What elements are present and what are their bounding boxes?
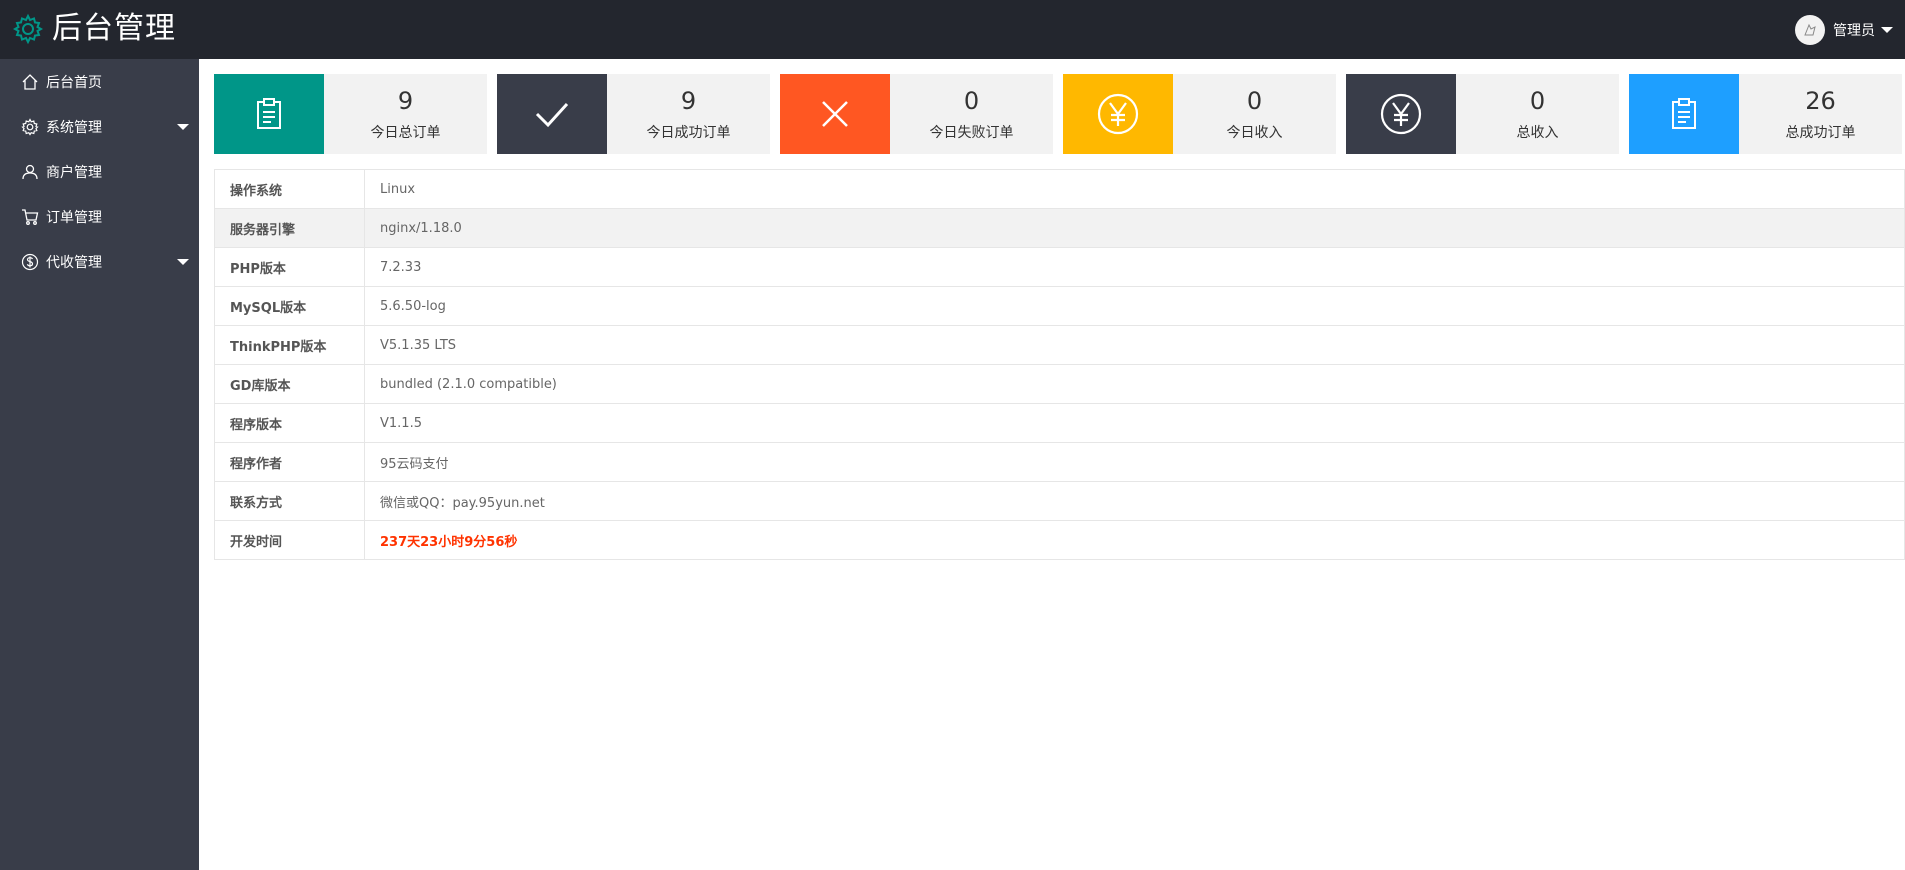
sidebar-item-collection[interactable]: 代收管理 — [0, 239, 199, 284]
sidebar: 后台首页 系统管理 商户管理 订单管理 代收管理 — [0, 59, 199, 870]
table-row: 程序作者 95云码支付 — [214, 442, 1905, 482]
sidebar-item-home[interactable]: 后台首页 — [0, 59, 199, 104]
info-value: bundled (2.1.0 compatible) — [364, 364, 1905, 404]
info-value: 95云码支付 — [364, 442, 1905, 482]
stat-value: 26 — [1805, 87, 1836, 115]
sidebar-item-label: 商户管理 — [46, 164, 102, 181]
stat-card-total-success[interactable]: 26 总成功订单 — [1629, 74, 1902, 154]
stat-label: 今日收入 — [1226, 125, 1283, 141]
info-value: nginx/1.18.0 — [364, 208, 1905, 248]
info-key: PHP版本 — [214, 247, 365, 287]
sidebar-item-merchants[interactable]: 商户管理 — [0, 149, 199, 194]
info-value: 5.6.50-log — [364, 286, 1905, 326]
info-key: 程序版本 — [214, 403, 365, 443]
stat-label: 总收入 — [1516, 125, 1559, 141]
dollar-icon — [20, 252, 40, 272]
uptime-value: 237天23小时9分56秒 — [364, 520, 1905, 560]
stat-value: 0 — [1246, 87, 1263, 115]
info-value: 微信或QQ：pay.95yun.net — [364, 481, 1905, 521]
info-value: V1.1.5 — [364, 403, 1905, 443]
sidebar-item-label: 系统管理 — [46, 119, 102, 136]
table-row: GD库版本 bundled (2.1.0 compatible) — [214, 364, 1905, 404]
table-row: ThinkPHP版本 V5.1.35 LTS — [214, 325, 1905, 365]
close-icon — [780, 74, 890, 154]
stat-value: 0 — [963, 87, 980, 115]
gear-icon — [12, 13, 44, 45]
stat-card-today-failed[interactable]: 0 今日失败订单 — [780, 74, 1053, 154]
table-row: 程序版本 V1.1.5 — [214, 403, 1905, 443]
info-key: 程序作者 — [214, 442, 365, 482]
yen-icon — [1346, 74, 1456, 154]
gear-icon — [20, 117, 40, 137]
system-info-table: 操作系统 Linux 服务器引擎 nginx/1.18.0 PHP版本 7.2.… — [214, 169, 1905, 560]
table-row: MySQL版本 5.6.50-log — [214, 286, 1905, 326]
info-key: 操作系统 — [214, 169, 365, 209]
stat-label: 总成功订单 — [1785, 125, 1856, 141]
info-key: MySQL版本 — [214, 286, 365, 326]
info-key: GD库版本 — [214, 364, 365, 404]
logo[interactable]: 后台管理 — [12, 10, 176, 48]
clipboard-icon — [214, 74, 324, 154]
stats-cards: 9 今日总订单 9 今日成功订单 0 今日失败订单 0 今日收入 0 总收入 2… — [214, 74, 1905, 154]
yen-icon — [1063, 74, 1173, 154]
clipboard-icon — [1629, 74, 1739, 154]
user-name[interactable]: 管理员 — [1833, 20, 1875, 40]
avatar[interactable] — [1795, 15, 1825, 45]
stat-card-today-success[interactable]: 9 今日成功订单 — [497, 74, 770, 154]
sidebar-item-label: 后台首页 — [46, 74, 102, 91]
sidebar-item-orders[interactable]: 订单管理 — [0, 194, 199, 239]
home-icon — [20, 72, 40, 92]
sidebar-item-system[interactable]: 系统管理 — [0, 104, 199, 149]
table-row: PHP版本 7.2.33 — [214, 247, 1905, 287]
table-row: 操作系统 Linux — [214, 169, 1905, 209]
stat-card-total-income[interactable]: 0 总收入 — [1346, 74, 1619, 154]
info-key: 联系方式 — [214, 481, 365, 521]
user-menu[interactable]: 管理员 — [1795, 14, 1893, 46]
info-value: V5.1.35 LTS — [364, 325, 1905, 365]
user-icon — [20, 162, 40, 182]
info-key: 服务器引擎 — [214, 208, 365, 248]
sidebar-item-label: 代收管理 — [46, 254, 102, 271]
user-avatar-icon — [1798, 18, 1822, 42]
chevron-down-icon[interactable] — [177, 124, 189, 130]
stat-card-today-orders[interactable]: 9 今日总订单 — [214, 74, 487, 154]
chevron-down-icon[interactable] — [177, 259, 189, 265]
info-value: Linux — [364, 169, 1905, 209]
stat-card-today-income[interactable]: 0 今日收入 — [1063, 74, 1336, 154]
info-value: 7.2.33 — [364, 247, 1905, 287]
table-row: 服务器引擎 nginx/1.18.0 — [214, 208, 1905, 248]
stat-value: 9 — [680, 87, 697, 115]
stat-value: 0 — [1529, 87, 1546, 115]
app-title: 后台管理 — [52, 11, 176, 46]
table-row: 联系方式 微信或QQ：pay.95yun.net — [214, 481, 1905, 521]
main-content: 9 今日总订单 9 今日成功订单 0 今日失败订单 0 今日收入 0 总收入 2… — [199, 59, 1905, 870]
cart-icon — [20, 207, 40, 227]
check-icon — [497, 74, 607, 154]
chevron-down-icon[interactable] — [1881, 27, 1893, 33]
sidebar-item-label: 订单管理 — [46, 209, 102, 226]
stat-label: 今日失败订单 — [929, 125, 1014, 141]
top-header: 后台管理 管理员 — [0, 0, 1905, 59]
stat-value: 9 — [397, 87, 414, 115]
stat-label: 今日成功订单 — [646, 125, 731, 141]
stat-label: 今日总订单 — [370, 125, 441, 141]
table-row: 开发时间 237天23小时9分56秒 — [214, 520, 1905, 560]
info-key: 开发时间 — [214, 520, 365, 560]
info-key: ThinkPHP版本 — [214, 325, 365, 365]
